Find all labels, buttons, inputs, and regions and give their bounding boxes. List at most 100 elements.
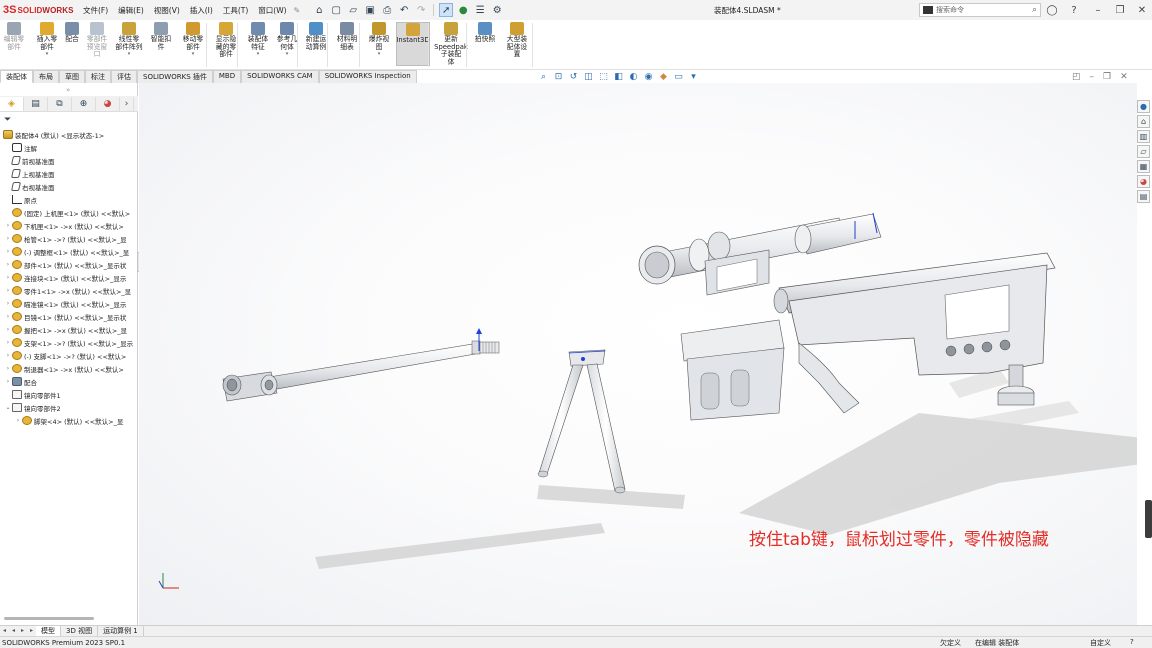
ribbon-button-5[interactable]: 智能扣 件	[146, 22, 176, 51]
tree-expand-icon[interactable]: ›	[4, 248, 12, 255]
command-tab-8[interactable]: SOLIDWORKS Inspection	[318, 70, 417, 83]
tree-item[interactable]: › 配合	[0, 375, 138, 388]
menu-window[interactable]: 窗口(W)	[253, 5, 291, 16]
tree-item[interactable]: (固定) 上机匣<1> (默认) <<默认>	[0, 206, 138, 219]
zoom-to-area-icon[interactable]: ⊡	[553, 72, 564, 82]
design-library-icon[interactable]: ▥	[1137, 130, 1150, 143]
tab-model[interactable]: 模型	[36, 626, 61, 636]
tree-item[interactable]: 镜向零部件1	[0, 388, 138, 401]
tree-expand-icon[interactable]: ›	[14, 417, 22, 424]
close-icon[interactable]: ✕	[1134, 2, 1150, 18]
user-icon[interactable]: ◯	[1044, 2, 1060, 18]
ribbon-button-12[interactable]: 爆炸视 图 ▾	[365, 22, 393, 59]
tree-item[interactable]: 注解	[0, 141, 138, 154]
tab-motion-study[interactable]: 运动算例 1	[98, 626, 144, 636]
tree-item[interactable]: ⌄ 镜向零部件2	[0, 401, 138, 414]
command-tab-1[interactable]: 布局	[33, 70, 59, 83]
tree-item[interactable]: 前视基准面	[0, 154, 138, 167]
ribbon-button-3[interactable]: 零部件 预览窗 口	[84, 22, 110, 59]
ribbon-button-6[interactable]: 移动零 部件 ▾	[178, 22, 208, 59]
more-tabs-icon[interactable]: ›	[120, 96, 134, 111]
ribbon-button-13[interactable]: Instant3D	[396, 22, 430, 66]
new-document-icon[interactable]: ▢	[329, 3, 343, 17]
tree-item[interactable]: › 部件<1> (默认) <<默认>_显示状	[0, 258, 138, 271]
tree-expand-icon[interactable]: ›	[4, 300, 12, 307]
tree-item[interactable]: › 支架<1> ->? (默认) <<默认>_显示	[0, 336, 138, 349]
search-icon[interactable]: ⌕	[1032, 5, 1037, 15]
home-icon[interactable]: ⌂	[312, 3, 326, 17]
solidworks-logo[interactable]: 3S SOLIDWORKS	[0, 4, 78, 16]
dropdown-arrow-icon[interactable]: ▾	[128, 51, 131, 59]
display-manager-tab-icon[interactable]: ◕	[96, 96, 120, 111]
configuration-manager-tab-icon[interactable]: ⧉	[48, 96, 72, 111]
doc-restore-icon[interactable]: ❐	[1103, 72, 1111, 82]
file-explorer-icon[interactable]: ▱	[1137, 145, 1150, 158]
doc-tile-icon[interactable]: ◰	[1072, 72, 1081, 82]
tree-expand-icon[interactable]: ›	[4, 352, 12, 359]
tree-expand-icon[interactable]: ›	[4, 339, 12, 346]
command-tab-0[interactable]: 装配体	[0, 70, 33, 83]
options-gear-icon[interactable]: ⚙	[490, 3, 504, 17]
redo-icon[interactable]: ↷	[414, 3, 428, 17]
tree-root-assembly[interactable]: 装配体4 (默认) <显示状态-1>	[0, 128, 138, 141]
dropdown-arrow-icon[interactable]: ▾	[378, 51, 381, 59]
help-icon[interactable]: ?	[1066, 2, 1082, 18]
menu-tools[interactable]: 工具(T)	[218, 5, 253, 16]
next-tab-icon[interactable]: ▸	[18, 626, 27, 636]
panel-grip-icon[interactable]: »	[66, 86, 70, 94]
barrel-part[interactable]	[222, 328, 500, 402]
tree-item[interactable]: › 握把<1> ->x (默认) <<默认>_显	[0, 323, 138, 336]
view-palette-icon[interactable]: ▦	[1137, 160, 1150, 173]
ribbon-button-8[interactable]: 装配体 特征 ▾	[244, 22, 272, 59]
ribbon-button-14[interactable]: 更新 Speedpak 子装配 体	[434, 22, 468, 66]
prev-tab-icon[interactable]: ◂	[9, 626, 18, 636]
tree-item[interactable]: › 瞄准镜<1> (默认) <<默认>_显示	[0, 297, 138, 310]
doc-close-icon[interactable]: ✕	[1120, 72, 1128, 82]
doc-minimize-icon[interactable]: –	[1090, 72, 1095, 82]
edit-appearance-icon[interactable]: ◆	[658, 72, 669, 82]
tree-item[interactable]: › 制退器<1> ->x (默认) <<默认>	[0, 362, 138, 375]
ribbon-button-1[interactable]: 插入零 部件 ▾	[34, 22, 60, 59]
status-help-icon[interactable]: ?	[1130, 638, 1134, 646]
ribbon-button-10[interactable]: 新建运 动算例	[302, 22, 330, 51]
command-tab-7[interactable]: SOLIDWORKS CAM	[241, 70, 319, 83]
filter-icon[interactable]: ⏷	[4, 115, 11, 125]
command-tab-2[interactable]: 草图	[59, 70, 85, 83]
property-manager-tab-icon[interactable]: ▤	[24, 96, 48, 111]
view-settings-icon[interactable]: ▾	[688, 72, 699, 82]
apply-scene-icon[interactable]: ▭	[673, 72, 684, 82]
rebuild-icon[interactable]: ●	[456, 3, 470, 17]
command-tab-6[interactable]: MBD	[212, 70, 242, 83]
tree-expand-icon[interactable]: ›	[4, 378, 12, 385]
menu-edit[interactable]: 编辑(E)	[113, 5, 149, 16]
ribbon-button-2[interactable]: 配合	[62, 22, 82, 44]
ribbon-button-0[interactable]: 编辑零 部件	[2, 22, 26, 51]
custom-properties-icon[interactable]: ▤	[1137, 190, 1150, 203]
tree-item[interactable]: › 枪管<1> ->? (默认) <<默认>_显	[0, 232, 138, 245]
ribbon-button-16[interactable]: 大型装 配体设 置	[502, 22, 532, 59]
dropdown-arrow-icon[interactable]: ▾	[257, 51, 260, 59]
tree-expand-icon[interactable]: ›	[4, 326, 12, 333]
first-tab-icon[interactable]: ◂	[0, 626, 9, 636]
menu-file[interactable]: 文件(F)	[78, 5, 113, 16]
file-properties-icon[interactable]: ☰	[473, 3, 487, 17]
select-cursor-icon[interactable]: ➚	[439, 3, 454, 17]
solidworks-resources-icon[interactable]: ●	[1137, 100, 1150, 113]
command-tab-3[interactable]: 标注	[85, 70, 111, 83]
open-icon[interactable]: ▱	[346, 3, 360, 17]
tree-item[interactable]: › 下机匣<1> ->x (默认) <<默认>	[0, 219, 138, 232]
dimxpert-manager-tab-icon[interactable]: ⊕	[72, 96, 96, 111]
tree-item[interactable]: › (-) 支脚<1> ->? (默认) <<默认>	[0, 349, 138, 362]
tree-item[interactable]: › 脚架<4> (默认) <<默认>_显	[0, 414, 138, 427]
tree-expand-icon[interactable]: ›	[4, 313, 12, 320]
dynamic-annotation-icon[interactable]: ⬚	[598, 72, 609, 82]
feature-manager-tab-icon[interactable]: ◈	[0, 96, 24, 111]
ribbon-button-4[interactable]: 线性零 部件阵列 ▾	[113, 22, 145, 59]
minimize-icon[interactable]: –	[1090, 2, 1106, 18]
tree-item[interactable]: › 零件1<1> ->x (默认) <<默认>_显	[0, 284, 138, 297]
section-view-icon[interactable]: ◫	[583, 72, 594, 82]
tree-horizontal-scrollbar[interactable]	[4, 617, 94, 620]
ribbon-button-11[interactable]: 材料明 细表	[333, 22, 361, 51]
tree-expand-icon[interactable]: ›	[4, 287, 12, 294]
previous-view-icon[interactable]: ↺	[568, 72, 579, 82]
